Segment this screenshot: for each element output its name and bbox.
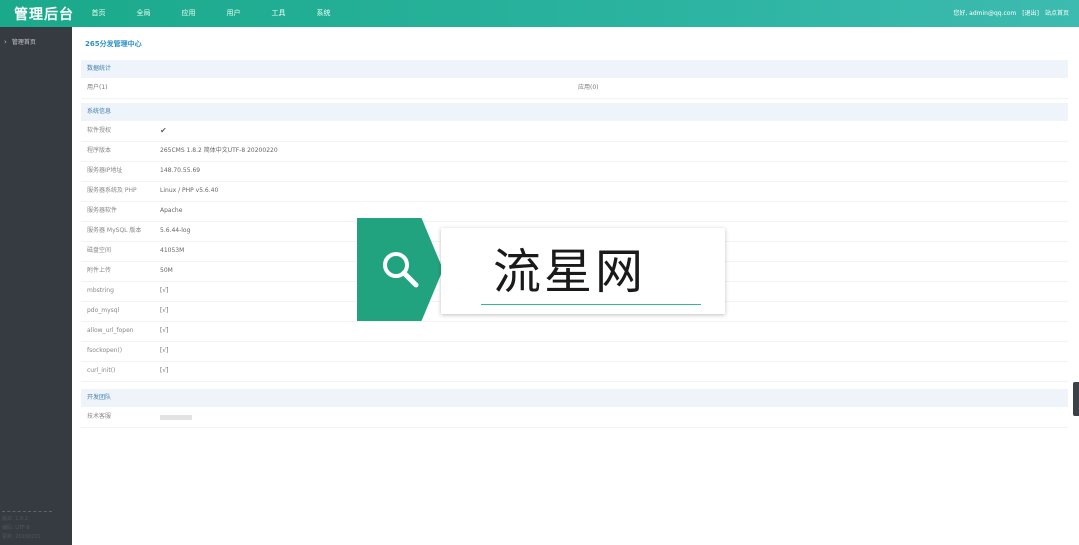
info-row: 程序版本 265CMS 1.8.2 简体中文UTF-8 20200220 <box>81 141 1068 162</box>
user-greeting: 您好, admin@qq.com <box>953 10 1017 17</box>
top-nav: 首页 全局 应用 用户 工具 系统 <box>76 0 346 27</box>
info-label: 技术客服 <box>87 413 112 420</box>
info-value: [√] <box>160 367 169 374</box>
chevron-right-icon: › <box>4 37 7 46</box>
app-logo: 管理后台 <box>14 7 74 23</box>
encoding-info: 编码: UTF-8 <box>2 525 30 531</box>
watermark-overlay: 流星网 <box>357 218 725 321</box>
info-value: Apache <box>160 207 183 214</box>
sidebar-item-admin-home[interactable]: › 管理首页 <box>4 37 36 47</box>
section-header-data-stats: 数据统计 <box>81 60 1068 78</box>
info-row: 软件授权 ✔ <box>81 121 1068 142</box>
info-row: curl_init() [√] <box>81 361 1068 382</box>
info-row: 服务器IP地址 148.70.55.69 <box>81 161 1068 182</box>
page-title: 265分发管理中心 <box>85 40 142 48</box>
sidebar: › 管理首页 版本: 1.8.2 编码: UTF-8 更新: 20200220 <box>0 27 72 545</box>
info-label: 服务器系统及 PHP <box>87 187 137 194</box>
watermark-underline <box>481 304 701 305</box>
side-float-tab[interactable] <box>1073 382 1079 416</box>
site-home-link[interactable]: 站点首页 <box>1045 0 1069 27</box>
nav-system[interactable]: 系统 <box>301 0 346 27</box>
info-row: 服务器系统及 PHP Linux / PHP v5.6.40 <box>81 181 1068 202</box>
info-label: fsockopen() <box>87 347 123 354</box>
user-area: 您好, admin@qq.com [退出] 站点首页 <box>953 0 1069 27</box>
info-value: 5.6.44-log <box>160 227 191 234</box>
info-label: mbstring <box>87 287 114 294</box>
info-label: 服务器 MySQL 版本 <box>87 227 142 234</box>
nav-users[interactable]: 用户 <box>211 0 256 27</box>
info-value: 148.70.55.69 <box>160 167 201 174</box>
info-label: curl_init() <box>87 367 116 374</box>
nav-apps[interactable]: 应用 <box>166 0 211 27</box>
info-label: allow_url_fopen <box>87 327 134 334</box>
info-label: 服务器软件 <box>87 207 118 214</box>
info-row: allow_url_fopen [√] <box>81 321 1068 342</box>
info-label: 程序版本 <box>87 147 112 154</box>
info-label: 软件授权 <box>87 127 112 134</box>
stats-row: 用户(1) 应用(0) <box>81 78 1068 99</box>
sidebar-footer: 版本: 1.8.2 编码: UTF-8 更新: 20200220 <box>2 511 52 542</box>
nav-tools[interactable]: 工具 <box>256 0 301 27</box>
info-value: 50M <box>160 267 173 274</box>
info-value: 265CMS 1.8.2 简体中文UTF-8 20200220 <box>160 147 278 154</box>
version-info: 版本: 1.8.2 <box>2 516 28 522</box>
info-value: [√] <box>160 347 169 354</box>
info-row: fsockopen() [√] <box>81 341 1068 362</box>
top-bar: 管理后台 首页 全局 应用 用户 工具 系统 您好, admin@qq.com … <box>0 0 1079 27</box>
info-value: Linux / PHP v5.6.40 <box>160 187 219 194</box>
watermark-text: 流星网 <box>493 244 647 300</box>
info-label: 服务器IP地址 <box>87 167 123 174</box>
nav-global[interactable]: 全局 <box>121 0 166 27</box>
info-value: [√] <box>160 307 169 314</box>
logout-link[interactable]: [退出] <box>1022 0 1039 27</box>
nav-home[interactable]: 首页 <box>76 0 121 27</box>
check-icon: ✔ <box>160 126 167 135</box>
info-row: 技术客服 <box>81 407 1068 428</box>
section-header-dev-team: 开发团队 <box>81 389 1068 407</box>
sidebar-item-label: 管理首页 <box>11 39 36 46</box>
users-count-link[interactable]: 用户(1) <box>87 78 108 98</box>
info-label: 磁盘空间 <box>87 247 112 254</box>
redacted-value <box>160 407 192 429</box>
search-icon <box>383 252 419 288</box>
apps-count-link[interactable]: 应用(0) <box>578 78 599 98</box>
info-value: [√] <box>160 287 169 294</box>
info-label: 附件上传 <box>87 267 112 274</box>
info-label: pdo_mysql <box>87 307 120 314</box>
info-value: [√] <box>160 327 169 334</box>
section-header-system-info: 系统信息 <box>81 103 1068 121</box>
update-info: 更新: 20200220 <box>2 534 41 540</box>
info-value: 41053M <box>160 247 185 254</box>
